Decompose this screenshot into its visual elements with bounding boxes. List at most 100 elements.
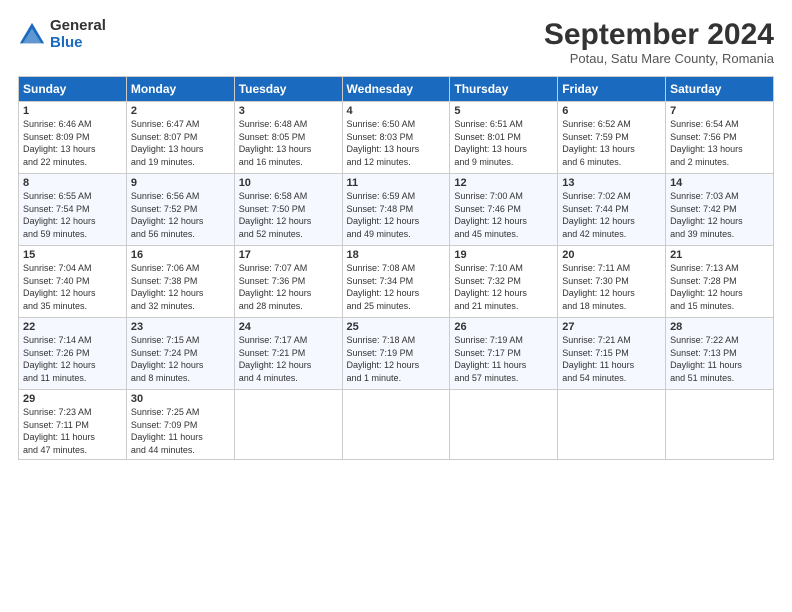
calendar-cell: 9Sunrise: 6:56 AM Sunset: 7:52 PM Daylig…	[126, 174, 234, 246]
day-number: 29	[23, 393, 122, 405]
day-number: 27	[562, 321, 661, 333]
calendar-header: Sunday Monday Tuesday Wednesday Thursday…	[19, 77, 774, 102]
calendar-cell: 16Sunrise: 7:06 AM Sunset: 7:38 PM Dayli…	[126, 246, 234, 318]
day-info: Sunrise: 6:48 AM Sunset: 8:05 PM Dayligh…	[239, 118, 338, 168]
day-number: 20	[562, 249, 661, 261]
day-number: 19	[454, 249, 553, 261]
day-number: 1	[23, 105, 122, 117]
calendar-cell	[666, 390, 774, 460]
calendar-cell: 3Sunrise: 6:48 AM Sunset: 8:05 PM Daylig…	[234, 102, 342, 174]
header-friday: Friday	[558, 77, 666, 102]
day-number: 26	[454, 321, 553, 333]
logo: General Blue	[18, 18, 106, 51]
header-wednesday: Wednesday	[342, 77, 450, 102]
day-number: 17	[239, 249, 338, 261]
day-info: Sunrise: 7:10 AM Sunset: 7:32 PM Dayligh…	[454, 262, 553, 312]
day-info: Sunrise: 7:07 AM Sunset: 7:36 PM Dayligh…	[239, 262, 338, 312]
logo-blue: Blue	[50, 35, 106, 52]
day-number: 4	[347, 105, 446, 117]
day-info: Sunrise: 7:19 AM Sunset: 7:17 PM Dayligh…	[454, 334, 553, 384]
day-info: Sunrise: 7:22 AM Sunset: 7:13 PM Dayligh…	[670, 334, 769, 384]
day-info: Sunrise: 6:54 AM Sunset: 7:56 PM Dayligh…	[670, 118, 769, 168]
calendar-cell: 13Sunrise: 7:02 AM Sunset: 7:44 PM Dayli…	[558, 174, 666, 246]
day-info: Sunrise: 7:11 AM Sunset: 7:30 PM Dayligh…	[562, 262, 661, 312]
calendar-cell: 1Sunrise: 6:46 AM Sunset: 8:09 PM Daylig…	[19, 102, 127, 174]
header-saturday: Saturday	[666, 77, 774, 102]
day-number: 24	[239, 321, 338, 333]
calendar-cell: 11Sunrise: 6:59 AM Sunset: 7:48 PM Dayli…	[342, 174, 450, 246]
calendar-cell: 6Sunrise: 6:52 AM Sunset: 7:59 PM Daylig…	[558, 102, 666, 174]
calendar-cell: 24Sunrise: 7:17 AM Sunset: 7:21 PM Dayli…	[234, 318, 342, 390]
calendar-cell: 25Sunrise: 7:18 AM Sunset: 7:19 PM Dayli…	[342, 318, 450, 390]
calendar-cell: 17Sunrise: 7:07 AM Sunset: 7:36 PM Dayli…	[234, 246, 342, 318]
day-info: Sunrise: 7:04 AM Sunset: 7:40 PM Dayligh…	[23, 262, 122, 312]
calendar-cell: 5Sunrise: 6:51 AM Sunset: 8:01 PM Daylig…	[450, 102, 558, 174]
day-number: 10	[239, 177, 338, 189]
day-number: 12	[454, 177, 553, 189]
calendar-cell: 7Sunrise: 6:54 AM Sunset: 7:56 PM Daylig…	[666, 102, 774, 174]
calendar-cell: 4Sunrise: 6:50 AM Sunset: 8:03 PM Daylig…	[342, 102, 450, 174]
calendar-cell: 27Sunrise: 7:21 AM Sunset: 7:15 PM Dayli…	[558, 318, 666, 390]
day-number: 3	[239, 105, 338, 117]
calendar-cell: 23Sunrise: 7:15 AM Sunset: 7:24 PM Dayli…	[126, 318, 234, 390]
day-info: Sunrise: 7:25 AM Sunset: 7:09 PM Dayligh…	[131, 406, 230, 456]
day-info: Sunrise: 7:23 AM Sunset: 7:11 PM Dayligh…	[23, 406, 122, 456]
day-info: Sunrise: 6:59 AM Sunset: 7:48 PM Dayligh…	[347, 190, 446, 240]
header-row: Sunday Monday Tuesday Wednesday Thursday…	[19, 77, 774, 102]
calendar-cell: 26Sunrise: 7:19 AM Sunset: 7:17 PM Dayli…	[450, 318, 558, 390]
header: General Blue September 2024 Potau, Satu …	[18, 18, 774, 66]
day-number: 21	[670, 249, 769, 261]
calendar-cell	[558, 390, 666, 460]
page: General Blue September 2024 Potau, Satu …	[0, 0, 792, 612]
day-number: 28	[670, 321, 769, 333]
day-info: Sunrise: 7:15 AM Sunset: 7:24 PM Dayligh…	[131, 334, 230, 384]
calendar-cell: 19Sunrise: 7:10 AM Sunset: 7:32 PM Dayli…	[450, 246, 558, 318]
day-info: Sunrise: 7:14 AM Sunset: 7:26 PM Dayligh…	[23, 334, 122, 384]
day-info: Sunrise: 7:03 AM Sunset: 7:42 PM Dayligh…	[670, 190, 769, 240]
day-info: Sunrise: 6:55 AM Sunset: 7:54 PM Dayligh…	[23, 190, 122, 240]
calendar-cell: 2Sunrise: 6:47 AM Sunset: 8:07 PM Daylig…	[126, 102, 234, 174]
day-number: 6	[562, 105, 661, 117]
header-monday: Monday	[126, 77, 234, 102]
calendar-cell: 30Sunrise: 7:25 AM Sunset: 7:09 PM Dayli…	[126, 390, 234, 460]
day-number: 2	[131, 105, 230, 117]
day-info: Sunrise: 6:46 AM Sunset: 8:09 PM Dayligh…	[23, 118, 122, 168]
calendar-cell: 29Sunrise: 7:23 AM Sunset: 7:11 PM Dayli…	[19, 390, 127, 460]
calendar-body: 1Sunrise: 6:46 AM Sunset: 8:09 PM Daylig…	[19, 102, 774, 460]
day-info: Sunrise: 7:18 AM Sunset: 7:19 PM Dayligh…	[347, 334, 446, 384]
day-info: Sunrise: 7:13 AM Sunset: 7:28 PM Dayligh…	[670, 262, 769, 312]
day-number: 15	[23, 249, 122, 261]
day-info: Sunrise: 7:21 AM Sunset: 7:15 PM Dayligh…	[562, 334, 661, 384]
day-info: Sunrise: 7:00 AM Sunset: 7:46 PM Dayligh…	[454, 190, 553, 240]
day-number: 25	[347, 321, 446, 333]
header-thursday: Thursday	[450, 77, 558, 102]
title-block: September 2024 Potau, Satu Mare County, …	[544, 18, 774, 66]
day-number: 11	[347, 177, 446, 189]
calendar: Sunday Monday Tuesday Wednesday Thursday…	[18, 76, 774, 460]
day-number: 9	[131, 177, 230, 189]
day-info: Sunrise: 6:50 AM Sunset: 8:03 PM Dayligh…	[347, 118, 446, 168]
calendar-cell: 12Sunrise: 7:00 AM Sunset: 7:46 PM Dayli…	[450, 174, 558, 246]
calendar-cell: 21Sunrise: 7:13 AM Sunset: 7:28 PM Dayli…	[666, 246, 774, 318]
calendar-cell: 22Sunrise: 7:14 AM Sunset: 7:26 PM Dayli…	[19, 318, 127, 390]
day-number: 7	[670, 105, 769, 117]
day-number: 30	[131, 393, 230, 405]
day-number: 16	[131, 249, 230, 261]
day-info: Sunrise: 7:17 AM Sunset: 7:21 PM Dayligh…	[239, 334, 338, 384]
subtitle: Potau, Satu Mare County, Romania	[544, 51, 774, 66]
calendar-cell: 20Sunrise: 7:11 AM Sunset: 7:30 PM Dayli…	[558, 246, 666, 318]
day-number: 23	[131, 321, 230, 333]
day-info: Sunrise: 6:56 AM Sunset: 7:52 PM Dayligh…	[131, 190, 230, 240]
day-info: Sunrise: 7:08 AM Sunset: 7:34 PM Dayligh…	[347, 262, 446, 312]
day-number: 14	[670, 177, 769, 189]
day-number: 8	[23, 177, 122, 189]
calendar-cell	[450, 390, 558, 460]
day-number: 18	[347, 249, 446, 261]
day-number: 22	[23, 321, 122, 333]
day-info: Sunrise: 6:52 AM Sunset: 7:59 PM Dayligh…	[562, 118, 661, 168]
day-info: Sunrise: 6:47 AM Sunset: 8:07 PM Dayligh…	[131, 118, 230, 168]
logo-general: General	[50, 18, 106, 35]
main-title: September 2024	[544, 18, 774, 51]
day-number: 13	[562, 177, 661, 189]
header-tuesday: Tuesday	[234, 77, 342, 102]
